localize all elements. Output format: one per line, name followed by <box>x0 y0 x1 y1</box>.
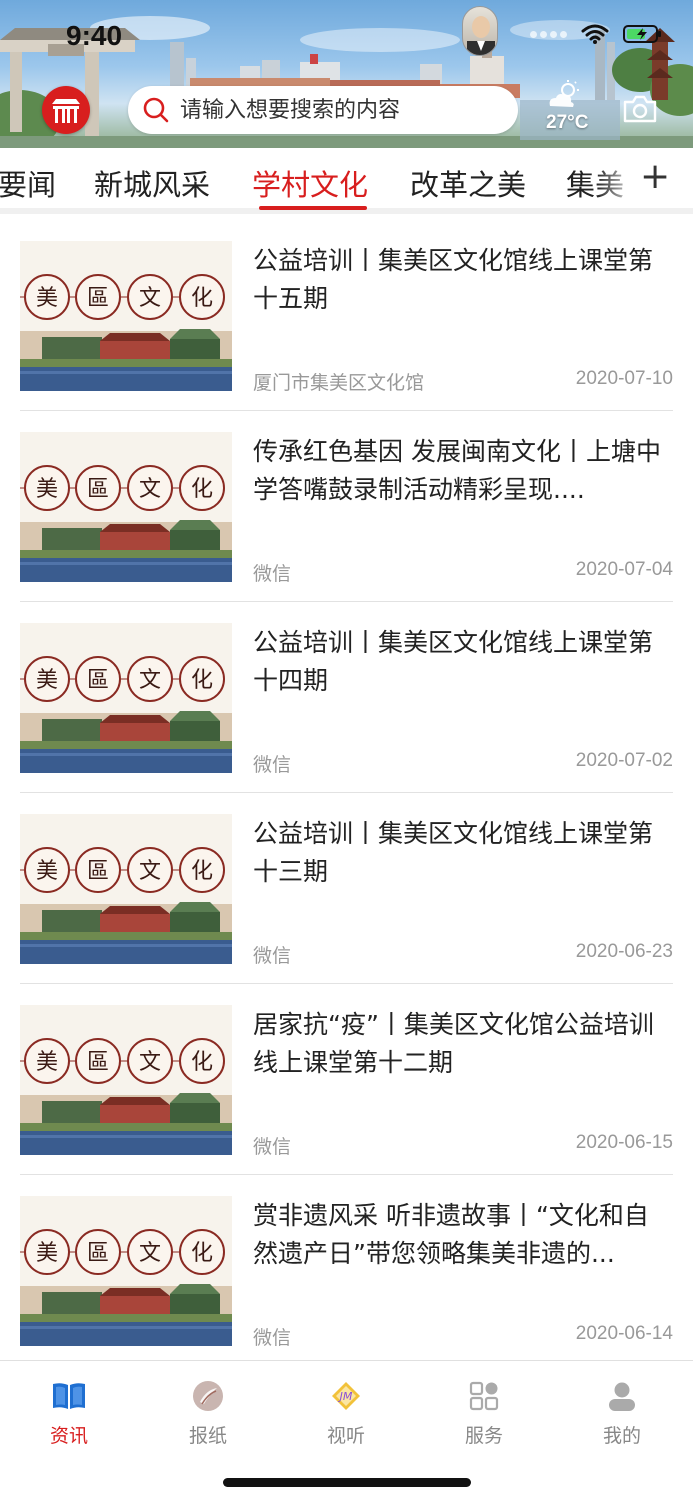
thumbnail-character: 文 <box>139 668 161 693</box>
news-date: 2020-06-15 <box>575 1132 673 1153</box>
news-title[interactable]: 居家抗“疫”丨集美区文化馆公益培训线上课堂第十二期 <box>253 1006 673 1084</box>
status-icons <box>530 24 663 44</box>
thumbnail-character: 區 <box>87 668 109 693</box>
channel-tabs: 要闻 新城风采 学村文化 改革之美 集美 + <box>0 148 693 214</box>
news-source: 厦门市集美区文化馆 <box>253 372 425 394</box>
weather-widget[interactable]: 27°C <box>546 80 606 136</box>
home-indicator[interactable] <box>223 1478 471 1487</box>
weather-temperature: 27°C <box>546 112 589 133</box>
news-list-item[interactable]: 美 區 文 化 赏非遗风采 听非遗故事丨“文化和自然遗产日”带您领略集美非遗的... 微信… <box>0 1175 693 1366</box>
thumbnail-character: 美 <box>36 859 58 884</box>
nav-label: 服务 <box>464 1425 503 1447</box>
tab-xinchengfengcai[interactable]: 新城风采 <box>94 162 210 204</box>
news-thumbnail: 美區文化 <box>20 814 232 964</box>
news-title[interactable]: 公益培训丨集美区文化馆线上课堂第十五期 <box>253 242 673 320</box>
wifi-icon <box>581 24 609 44</box>
tabs-fade-overlay <box>596 148 640 206</box>
thumbnail-character: 美 <box>36 286 58 311</box>
news-list-item[interactable]: 美 區 文 化 公益培训丨集美区文化馆线上课堂第十五期厦门市集美区文化馆 2020-07-… <box>0 220 693 411</box>
news-list-item[interactable]: 美 區 文 化 公益培训丨集美区文化馆线上课堂第十四期微信 2020-07-02 <box>0 602 693 793</box>
thumbnail-character: 區 <box>87 1241 109 1266</box>
nav-item-services[interactable]: 服务 <box>444 1379 524 1448</box>
thumbnail-character: 美 <box>36 477 58 502</box>
thumbnail-character: 文 <box>139 286 161 311</box>
search-input[interactable] <box>180 97 500 123</box>
news-source: 微信 <box>253 1327 292 1349</box>
search-icon <box>143 97 169 123</box>
news-thumbnail: 美區文化 <box>20 432 232 582</box>
news-list-item[interactable]: 美 區 文 化 传承红色基因 发展闽南文化丨上塘中学答嘴鼓录制活动精彩呈现.... 微信 2… <box>0 411 693 602</box>
tab-xuecunwenhua[interactable]: 学村文化 <box>252 162 368 204</box>
news-source: 微信 <box>253 563 292 585</box>
thumbnail-character: 化 <box>191 859 213 884</box>
news-title[interactable]: 公益培训丨集美区文化馆线上课堂第十四期 <box>253 624 673 702</box>
thumbnail-character: 區 <box>87 859 109 884</box>
thumbnail-character: 美 <box>36 668 58 693</box>
book-icon <box>53 1383 85 1409</box>
news-date: 2020-06-14 <box>575 1323 673 1344</box>
thumbnail-character: 文 <box>139 477 161 502</box>
camera-icon <box>623 95 657 123</box>
thumbnail-character: 化 <box>191 286 213 311</box>
news-date: 2020-07-04 <box>575 559 673 580</box>
news-thumbnail: 美區文化 <box>20 241 232 391</box>
thumbnail-character: 化 <box>191 668 213 693</box>
tab-gaigezhimei[interactable]: 改革之美 <box>410 162 526 204</box>
news-title[interactable]: 赏非遗风采 听非遗故事丨“文化和自然遗产日”带您领略集美非遗的... <box>253 1197 673 1275</box>
app-logo[interactable] <box>42 86 90 134</box>
user-icon <box>609 1382 635 1411</box>
battery-icon <box>623 25 661 43</box>
media-icon: JM <box>332 1382 360 1410</box>
thumbnail-character: 區 <box>87 1050 109 1075</box>
thumbnail-character: 化 <box>191 1241 213 1266</box>
thumbnail-character: 區 <box>87 477 109 502</box>
partly-sunny-icon <box>549 80 579 107</box>
nav-label: 视听 <box>326 1425 365 1447</box>
news-date: 2020-07-10 <box>575 368 673 389</box>
tab-yaowen[interactable]: 要闻 <box>0 162 56 204</box>
search-bar[interactable] <box>128 86 518 134</box>
thumbnail-character: 化 <box>191 477 213 502</box>
nav-label: 我的 <box>602 1425 641 1447</box>
status-time: 9:40 <box>66 20 123 51</box>
nav-label: 报纸 <box>188 1425 227 1447</box>
nav-item-news[interactable]: 资讯 <box>29 1379 109 1448</box>
nav-item-profile[interactable]: 我的 <box>582 1379 662 1448</box>
news-thumbnail: 美區文化 <box>20 1196 232 1346</box>
news-list-item[interactable]: 美 區 文 化 居家抗“疫”丨集美区文化馆公益培训线上课堂第十二期微信 2020-06-1… <box>0 984 693 1175</box>
camera-button[interactable] <box>622 94 658 128</box>
header-banner: 9:40 请输入想要搜索的内容 27°C <box>0 0 693 148</box>
news-thumbnail: 美區文化 <box>20 623 232 773</box>
thumbnail-character: 美 <box>36 1050 58 1075</box>
news-thumbnail: 美區文化 <box>20 1005 232 1155</box>
thumbnail-character: 文 <box>139 859 161 884</box>
news-source: 微信 <box>253 945 292 967</box>
gate-logo-icon <box>52 99 80 123</box>
thumbnail-character: 化 <box>191 1050 213 1075</box>
floating-avatar[interactable] <box>462 6 498 56</box>
news-title[interactable]: 公益培训丨集美区文化馆线上课堂第十三期 <box>253 815 673 893</box>
news-list: 美區文化公益培训丨集美区文化馆线上课堂第十五期 厦门市集美区文化馆 2020-07-… <box>0 220 693 1366</box>
grid-icon <box>469 1381 499 1411</box>
svg-text:JM: JM <box>338 1390 353 1403</box>
plus-icon[interactable]: + <box>640 156 670 197</box>
news-source: 微信 <box>253 1136 292 1158</box>
thumbnail-character: 文 <box>139 1050 161 1075</box>
news-title[interactable]: 传承红色基因 发展闽南文化丨上塘中学答嘴鼓录制活动精彩呈现.... <box>253 433 673 511</box>
news-date: 2020-07-02 <box>575 750 673 771</box>
news-list-item[interactable]: 美 區 文 化 公益培训丨集美区文化馆线上课堂第十三期微信 2020-06-23 <box>0 793 693 984</box>
news-date: 2020-06-23 <box>575 941 673 962</box>
nav-label: 资讯 <box>49 1425 88 1447</box>
signal-icon <box>530 30 567 38</box>
newspaper-icon <box>193 1381 223 1411</box>
nav-item-newspaper[interactable]: 报纸 <box>168 1379 248 1448</box>
thumbnail-character: 文 <box>139 1241 161 1266</box>
thumbnail-character: 美 <box>36 1241 58 1266</box>
news-source: 微信 <box>253 754 292 776</box>
thumbnail-character: 區 <box>87 286 109 311</box>
active-tab-indicator <box>259 206 367 210</box>
nav-item-media[interactable]: JM 视听 <box>306 1379 386 1448</box>
